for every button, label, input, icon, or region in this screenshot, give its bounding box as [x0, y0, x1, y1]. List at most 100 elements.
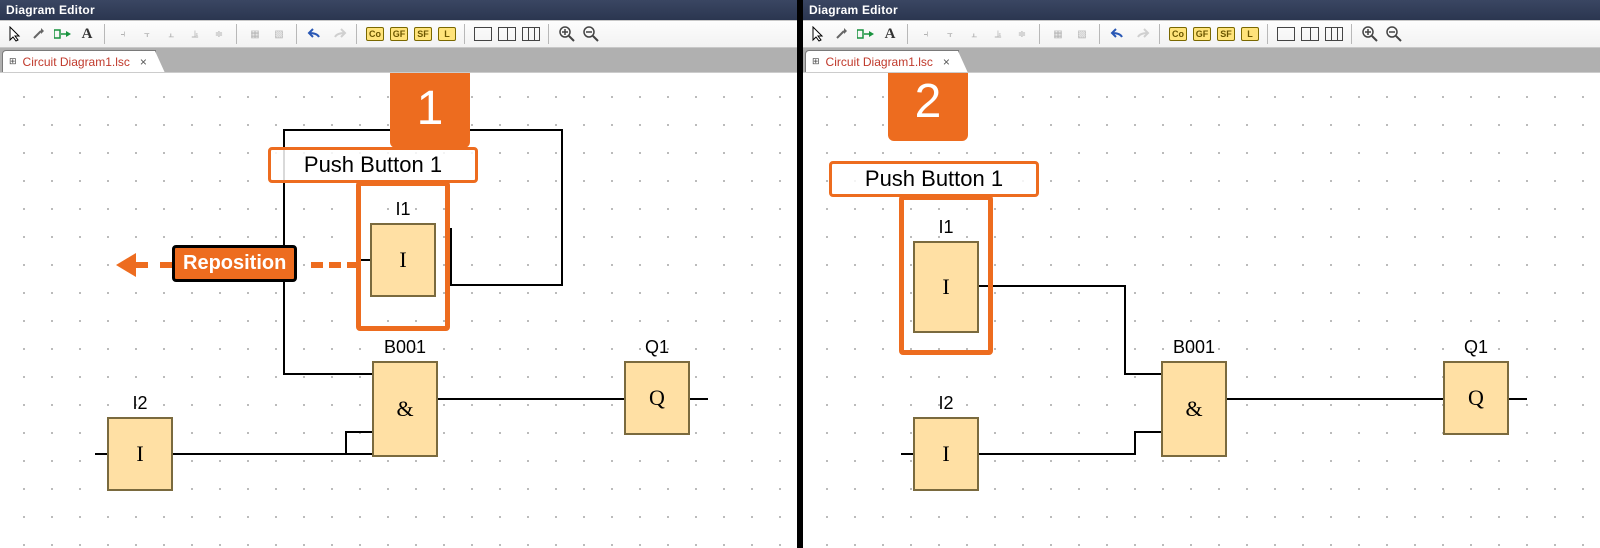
block-B001-label: B001 [372, 337, 438, 358]
align-left-icon[interactable]: ⫞ [915, 23, 937, 45]
sf-badge-button[interactable]: SF [412, 23, 434, 45]
align-bottom-icon[interactable]: ⫡ [184, 23, 206, 45]
simulation-tool-icon[interactable] [52, 23, 74, 45]
connector-tool-icon[interactable] [831, 23, 853, 45]
pin-in-icon [901, 453, 913, 455]
pin-in-icon [95, 453, 107, 455]
step-badge-1: 1 [390, 72, 470, 148]
bring-front-icon[interactable]: ▦ [244, 23, 266, 45]
redo-icon[interactable] [1131, 23, 1153, 45]
zoom-out-icon[interactable] [580, 23, 602, 45]
tab-strip: ⊞ Circuit Diagram1.lsc × [803, 48, 1600, 72]
align-bottom-icon[interactable]: ⫡ [987, 23, 1009, 45]
reposition-label: Reposition [172, 245, 297, 282]
toolbar-separator-6 [1351, 24, 1353, 44]
redo-icon[interactable] [328, 23, 350, 45]
toolbar-separator-1 [907, 24, 909, 44]
zoom-in-icon[interactable] [556, 23, 578, 45]
window-title: Diagram Editor [803, 0, 1600, 20]
block-I1-glyph: I [942, 274, 949, 300]
zoom-out-icon[interactable] [1383, 23, 1405, 45]
align-top-icon[interactable]: ⫠ [160, 23, 182, 45]
l-badge-button[interactable]: L [1239, 23, 1261, 45]
wire [1509, 398, 1527, 400]
tab-circuit-diagram[interactable]: ⊞ Circuit Diagram1.lsc × [2, 50, 156, 72]
wire [1124, 285, 1126, 375]
toolbar-separator-5 [464, 24, 466, 44]
block-Q1-glyph: Q [649, 385, 665, 411]
send-back-icon[interactable]: ▧ [268, 23, 290, 45]
wire [1134, 431, 1162, 433]
text-tool-icon[interactable]: A [879, 23, 901, 45]
block-Q1[interactable]: Q1 Q [624, 361, 690, 435]
diagram-canvas[interactable]: 1 Push Button 1 Reposition [0, 72, 797, 548]
zoom-in-icon[interactable] [1359, 23, 1381, 45]
page-single-icon[interactable] [472, 23, 494, 45]
connector-tool-icon[interactable] [28, 23, 50, 45]
diagram-canvas[interactable]: 2 Push Button 1 I1 I I2 [803, 72, 1600, 548]
block-I2-glyph: I [136, 441, 143, 467]
align-top-icon[interactable]: ⫠ [963, 23, 985, 45]
pointer-tool-icon[interactable] [807, 23, 829, 45]
co-badge-button[interactable]: Co [364, 23, 386, 45]
block-B001-glyph: & [396, 396, 413, 422]
block-I1-label: I1 [370, 199, 436, 220]
toolbar-separator-5 [1267, 24, 1269, 44]
tab-strip: ⊞ Circuit Diagram1.lsc × [0, 48, 797, 72]
toolbar: A ⫞ ⫟ ⫠ ⫡ ≑ ▦ ▧ Co GF SF L [0, 20, 797, 48]
distribute-h-icon[interactable]: ≑ [1011, 23, 1033, 45]
tab-diagram-icon: ⊞ [9, 56, 17, 67]
block-I1-glyph: I [399, 247, 406, 273]
bring-front-icon[interactable]: ▦ [1047, 23, 1069, 45]
toolbar-separator-2 [1039, 24, 1041, 44]
block-Q1-label: Q1 [1443, 337, 1509, 358]
block-I2[interactable]: I2 I [913, 417, 979, 491]
l-badge-button[interactable]: L [436, 23, 458, 45]
send-back-icon[interactable]: ▧ [1071, 23, 1093, 45]
simulation-tool-icon[interactable] [855, 23, 877, 45]
pushbutton-label: Push Button 1 [829, 161, 1039, 197]
block-Q1[interactable]: Q1 Q [1443, 361, 1509, 435]
block-Q1-label: Q1 [624, 337, 690, 358]
toolbar-separator-3 [296, 24, 298, 44]
page-split-icon[interactable] [496, 23, 518, 45]
block-I1[interactable]: I1 I [370, 223, 436, 297]
wire [345, 431, 373, 433]
tab-filename: Circuit Diagram1.lsc [826, 55, 933, 69]
block-B001[interactable]: B001 & [1161, 361, 1227, 457]
align-right-icon[interactable]: ⫟ [939, 23, 961, 45]
gf-badge-button[interactable]: GF [388, 23, 410, 45]
tab-close-icon[interactable]: × [943, 55, 950, 69]
block-I2-label: I2 [913, 393, 979, 414]
page-split-icon[interactable] [1299, 23, 1321, 45]
gf-badge-button[interactable]: GF [1191, 23, 1213, 45]
align-left-icon[interactable]: ⫞ [112, 23, 134, 45]
block-Q1-glyph: Q [1468, 385, 1484, 411]
text-tool-icon[interactable]: A [76, 23, 98, 45]
block-I1[interactable]: I1 I [913, 241, 979, 333]
page-triple-icon[interactable] [1323, 23, 1345, 45]
page-single-icon[interactable] [1275, 23, 1297, 45]
wire [1124, 373, 1162, 375]
wire [1227, 398, 1443, 400]
step-badge-2: 2 [888, 72, 968, 141]
block-I2[interactable]: I2 I [107, 417, 173, 491]
wire [345, 431, 347, 455]
co-badge-button[interactable]: Co [1167, 23, 1189, 45]
toolbar-separator-4 [1159, 24, 1161, 44]
wire [690, 398, 708, 400]
toolbar-separator-4 [356, 24, 358, 44]
pointer-tool-icon[interactable] [4, 23, 26, 45]
tab-close-icon[interactable]: × [140, 55, 147, 69]
block-B001[interactable]: B001 & [372, 361, 438, 457]
toolbar-separator-1 [104, 24, 106, 44]
distribute-h-icon[interactable]: ≑ [208, 23, 230, 45]
sf-badge-button[interactable]: SF [1215, 23, 1237, 45]
tab-circuit-diagram[interactable]: ⊞ Circuit Diagram1.lsc × [805, 50, 959, 72]
page-triple-icon[interactable] [520, 23, 542, 45]
undo-icon[interactable] [304, 23, 326, 45]
undo-icon[interactable] [1107, 23, 1129, 45]
align-right-icon[interactable]: ⫟ [136, 23, 158, 45]
toolbar-separator-3 [1099, 24, 1101, 44]
step-badge-1-text: 1 [417, 81, 444, 136]
